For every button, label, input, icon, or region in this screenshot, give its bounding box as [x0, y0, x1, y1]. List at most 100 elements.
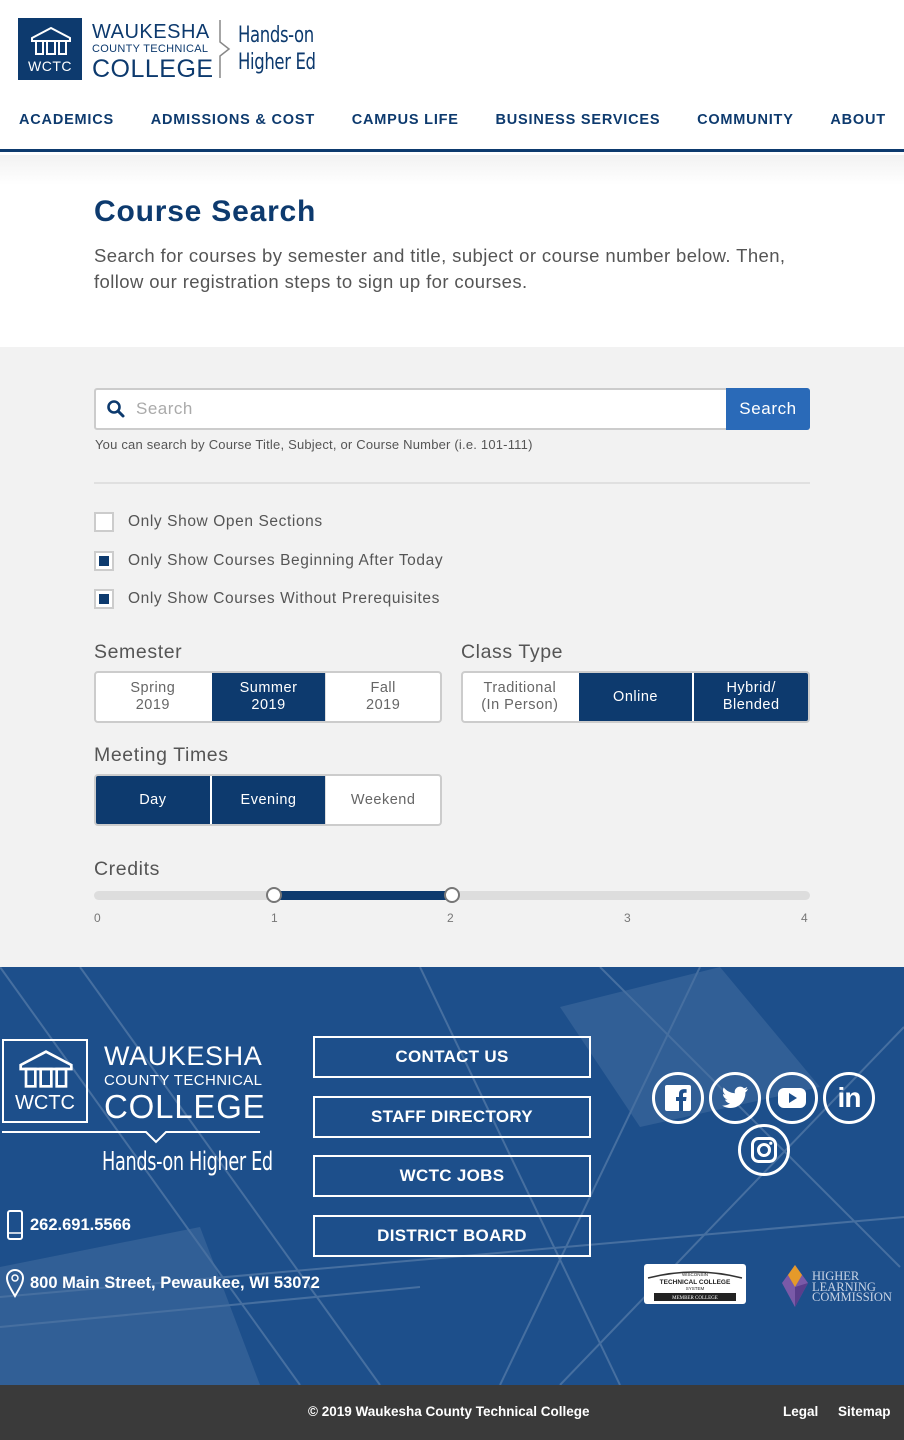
building-icon: [19, 1050, 73, 1088]
search-input[interactable]: [136, 396, 716, 422]
copyright-text: © 2019 Waukesha County Technical College: [308, 1404, 590, 1419]
chevron-divider-icon: [219, 20, 231, 78]
class-type-toggle-group: Traditional (In Person) Online Hybrid/ B…: [461, 671, 810, 723]
wtcs-logo: WISCONSIN TECHNICAL COLLEGE SYSTEM MEMBE…: [647, 1271, 743, 1301]
main-nav: ACADEMICS ADMISSIONS & COST CAMPUS LIFE …: [0, 108, 904, 136]
tagline-line-2: Higher Ed: [238, 50, 316, 75]
checkbox-after-today[interactable]: [94, 551, 114, 571]
youtube-icon[interactable]: [766, 1072, 818, 1124]
semester-option-fall[interactable]: Fall 2019: [325, 673, 440, 721]
location-pin-icon: [6, 1269, 24, 1298]
page-description: Search for courses by semester and title…: [94, 245, 786, 292]
checkbox-row-open-sections[interactable]: Only Show Open Sections: [94, 511, 323, 533]
footer-phone[interactable]: 262.691.5566: [6, 1210, 131, 1240]
credits-tick-1: 1: [271, 911, 278, 925]
wtcs-text-1: WISCONSIN: [682, 1272, 708, 1277]
course-search-panel: Search You can search by Course Title, S…: [0, 347, 904, 967]
contact-us-button[interactable]: CONTACT US: [313, 1036, 591, 1078]
nav-academics[interactable]: ACADEMICS: [19, 108, 114, 136]
wtcs-member-badge[interactable]: WISCONSIN TECHNICAL COLLEGE SYSTEM MEMBE…: [644, 1264, 746, 1304]
nav-admissions-cost[interactable]: ADMISSIONS & COST: [151, 108, 315, 136]
hlc-leaf-logo: [782, 1265, 808, 1307]
district-board-button[interactable]: DISTRICT BOARD: [313, 1215, 591, 1257]
legal-link[interactable]: Legal: [783, 1404, 818, 1419]
credits-slider-min-handle[interactable]: [266, 887, 282, 903]
footer-tagline: Hands-on Higher Ed: [102, 1147, 273, 1177]
checkbox-open-sections[interactable]: [94, 512, 114, 532]
credits-tick-3: 3: [624, 911, 631, 925]
meeting-times-label: Meeting Times: [94, 744, 229, 766]
facebook-glyph: [665, 1085, 691, 1111]
checkbox-label: Only Show Courses Without Prerequisites: [128, 590, 440, 607]
meeting-option-day[interactable]: Day: [96, 776, 210, 824]
address-text: 800 Main Street, Pewaukee, WI 53072: [30, 1273, 320, 1292]
nav-community[interactable]: COMMUNITY: [697, 108, 794, 136]
semester-option-spring[interactable]: Spring 2019: [96, 673, 210, 721]
footer-wctc-logo[interactable]: WCTC: [2, 1039, 88, 1123]
class-type-option-traditional[interactable]: Traditional (In Person): [463, 673, 577, 721]
hlc-text: HIGHER LEARNING COMMISSION: [812, 1270, 892, 1303]
checkbox-label: Only Show Open Sections: [128, 513, 323, 530]
wtcs-text-3: SYSTEM: [686, 1286, 705, 1291]
nav-campus-life[interactable]: CAMPUS LIFE: [352, 108, 459, 136]
checkbox-row-after-today[interactable]: Only Show Courses Beginning After Today: [94, 550, 443, 572]
class-type-label: Class Type: [461, 641, 564, 663]
instagram-glyph: [751, 1137, 777, 1163]
hlc-badge[interactable]: HIGHER LEARNING COMMISSION: [780, 1263, 892, 1309]
twitter-icon[interactable]: [709, 1072, 761, 1124]
logo-line-3: COLLEGE: [92, 55, 214, 83]
divider: [94, 482, 810, 484]
logo-abbr: WCTC: [28, 58, 72, 74]
search-box: Search: [94, 388, 810, 430]
linkedin-icon[interactable]: in: [823, 1072, 875, 1124]
credits-tick-4: 4: [801, 911, 808, 925]
class-type-option-online[interactable]: Online: [576, 673, 693, 721]
logo-wordmark[interactable]: WAUKESHA COUNTY TECHNICAL COLLEGE: [92, 22, 214, 82]
wtcs-text-4: MEMBER COLLEGE: [672, 1296, 718, 1301]
checkbox-row-no-prereqs[interactable]: Only Show Courses Without Prerequisites: [94, 588, 440, 610]
wctc-jobs-button[interactable]: WCTC JOBS: [313, 1155, 591, 1197]
logo-line-1: WAUKESHA: [92, 21, 210, 43]
footer-logo-abbr: WCTC: [15, 1092, 75, 1114]
nav-about[interactable]: ABOUT: [830, 108, 886, 136]
logo-line-2: COUNTY TECHNICAL: [92, 43, 209, 55]
semester-toggle-group: Spring 2019 Summer 2019 Fall 2019: [94, 671, 442, 723]
sitemap-link[interactable]: Sitemap: [838, 1404, 891, 1419]
class-type-option-hybrid[interactable]: Hybrid/ Blended: [692, 673, 808, 721]
intro-section: Course Search Search for courses by seme…: [0, 155, 904, 347]
site-header: WCTC WAUKESHA COUNTY TECHNICAL COLLEGE H…: [0, 0, 904, 152]
search-icon: [107, 400, 125, 418]
facebook-icon[interactable]: [652, 1072, 704, 1124]
footer-address[interactable]: 800 Main Street, Pewaukee, WI 53072: [6, 1268, 320, 1298]
meeting-times-toggle-group: Day Evening Weekend: [94, 774, 442, 826]
meeting-option-weekend[interactable]: Weekend: [325, 776, 440, 824]
credits-slider-range: [274, 891, 452, 900]
logo-tagline: Hands-on Higher Ed: [238, 22, 316, 76]
linkedin-glyph: in: [837, 1082, 862, 1113]
semester-label: Semester: [94, 641, 183, 663]
search-button[interactable]: Search: [726, 388, 810, 430]
staff-directory-button[interactable]: STAFF DIRECTORY: [313, 1096, 591, 1138]
search-hint: You can search by Course Title, Subject,…: [95, 437, 533, 452]
footer-logo-line-3: COLLEGE: [104, 1088, 266, 1125]
instagram-icon[interactable]: [738, 1124, 790, 1176]
nav-business-services[interactable]: BUSINESS SERVICES: [496, 108, 661, 136]
credits-slider-max-handle[interactable]: [444, 887, 460, 903]
bottom-bar: © 2019 Waukesha County Technical College…: [0, 1385, 904, 1440]
semester-option-summer[interactable]: Summer 2019: [209, 673, 326, 721]
credits-tick-2: 2: [447, 911, 454, 925]
phone-icon: [7, 1210, 23, 1240]
credits-label: Credits: [94, 858, 160, 880]
footer-logo-wordmark[interactable]: WAUKESHA COUNTY TECHNICAL COLLEGE: [104, 1041, 266, 1125]
phone-number: 262.691.5566: [30, 1215, 131, 1234]
checkbox-no-prereqs[interactable]: [94, 589, 114, 609]
wtcs-text-2: TECHNICAL COLLEGE: [660, 1279, 731, 1286]
tagline-line-1: Hands-on: [238, 23, 314, 48]
footer-logo-line-1: WAUKESHA: [104, 1041, 263, 1071]
meeting-option-evening[interactable]: Evening: [209, 776, 326, 824]
youtube-glyph: [778, 1088, 806, 1108]
building-icon: [31, 26, 71, 55]
wctc-logo[interactable]: WCTC: [18, 18, 82, 80]
site-footer: WCTC WAUKESHA COUNTY TECHNICAL COLLEGE H…: [0, 967, 904, 1385]
footer-logo-line-2: COUNTY TECHNICAL: [104, 1072, 263, 1089]
